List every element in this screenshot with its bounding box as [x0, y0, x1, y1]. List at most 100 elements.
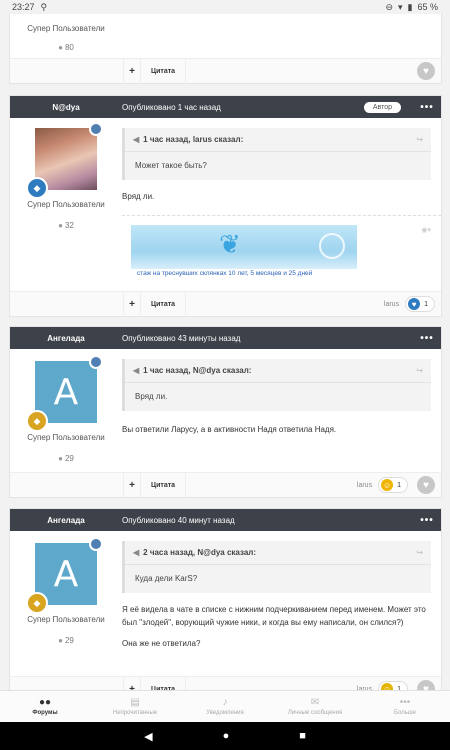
post-date[interactable]: Опубликовано 40 минут назад [122, 516, 413, 525]
bubble-icon [319, 233, 345, 259]
rank-icon: ◆ [26, 177, 48, 199]
nav-notifications[interactable]: ♪ Уведомления [180, 691, 270, 722]
status-time: 23:27 [12, 2, 35, 12]
post-footer: + Цитата larus ♥ 1 [10, 291, 441, 317]
quote-text: Может такое быть? [135, 161, 207, 170]
reaction-pill[interactable]: ♥ 1 [405, 296, 435, 312]
multiquote-button[interactable]: + [123, 58, 141, 84]
user-group: Супер Пользователи [27, 433, 105, 442]
rank-icon: ◆ [26, 410, 48, 432]
quote-header[interactable]: 2 часа назад, N@dya сказал: [143, 548, 256, 557]
multiquote-button[interactable]: + [123, 291, 141, 317]
confused-reaction-icon: ☺ [381, 683, 394, 690]
comment-icon: ● [58, 221, 63, 230]
online-status-icon [89, 355, 103, 369]
quote-header[interactable]: 1 час назад, N@dya сказал: [143, 366, 251, 375]
multiquote-button[interactable]: + [123, 472, 141, 498]
quote-icon: ◀ [133, 366, 140, 375]
post-date[interactable]: Опубликовано 43 минуты назад [122, 334, 413, 343]
reaction-user[interactable]: larus [357, 482, 372, 489]
signature-text: стаж на треснувших склянках 10 лет, 5 ме… [137, 270, 313, 277]
quote-button[interactable]: Цитата [141, 676, 187, 690]
post-count: ● 32 [58, 221, 74, 230]
reaction-pill[interactable]: ☺ 1 [378, 681, 408, 690]
post-text: Она же не ответила? [122, 639, 201, 649]
dnd-icon: ⊖ [385, 1, 393, 12]
post-author[interactable]: N@dya [10, 103, 122, 112]
more-options-icon[interactable]: ••• [413, 333, 441, 344]
comment-icon: ● [58, 454, 63, 463]
post-header: Ангелада Опубликовано 43 минуты назад ••… [10, 327, 441, 349]
status-bar: 23:27 ⚲ ⊖ ▾ ▮ 65 % [0, 0, 450, 14]
quote-text: Куда дели KarS? [135, 574, 198, 583]
author-badge: Автор [363, 101, 401, 113]
post-footer: + Цитата ♥ [10, 58, 441, 84]
quote-icon: ◀ [133, 548, 140, 557]
user-group: Супер Пользователи [27, 200, 105, 209]
nav-forums[interactable]: ●● Форумы [0, 691, 90, 722]
butterfly-icon: ❦ [219, 229, 241, 259]
rank-icon: ◆ [26, 592, 48, 614]
online-status-icon [89, 537, 103, 551]
notification-icon: ⚲ [40, 1, 48, 12]
post-text: Я её видела в чате в списке с нижним под… [122, 605, 426, 628]
share-icon[interactable]: ↪ [416, 135, 423, 144]
share-icon[interactable]: ↪ [416, 366, 423, 375]
user-group: Супер Пользователи [27, 615, 105, 624]
share-icon[interactable]: ↪ [416, 548, 423, 557]
post-angelada-2: Ангелада Опубликовано 40 минут назад •••… [9, 508, 442, 690]
user-group: Супер Пользователи [27, 24, 105, 33]
nav-messages[interactable]: ✉ Личные сообщения [270, 691, 360, 722]
quote-icon: ◀ [133, 135, 140, 144]
laugh-reaction-icon: ☺ [381, 479, 394, 491]
reaction-count: 1 [424, 300, 428, 308]
nav-unread[interactable]: ▤ Непрочитанные [90, 691, 180, 722]
topic-content: Супер Пользователи ● 80 + Цитата ♥ N@dya … [0, 14, 450, 690]
unread-icon: ▤ [130, 696, 140, 708]
post-angelada-1: Ангелада Опубликовано 43 минуты назад ••… [9, 326, 442, 498]
system-navigation-bar: ◀ ● ■ [0, 722, 450, 750]
like-heart-icon[interactable]: ♥ [417, 680, 435, 690]
post-count: ● 29 [58, 454, 74, 463]
quote-block: ◀ 1 час назад, N@dya сказал: Вряд ли. ↪ [122, 359, 431, 411]
mail-icon: ✉ [310, 696, 320, 708]
post-footer: + Цитата larus ☺ 1 ♥ [10, 676, 441, 690]
reaction-user[interactable]: larus [384, 301, 399, 308]
signature-image: ❦ [131, 225, 357, 269]
comment-icon: ● [58, 43, 63, 52]
reaction-pill[interactable]: ☺ 1 [378, 477, 408, 493]
post-author[interactable]: Ангелада [10, 334, 122, 343]
quote-block: ◀ 1 час назад, larus сказал: Может такое … [122, 128, 431, 180]
post-author[interactable]: Ангелада [10, 516, 122, 525]
home-icon[interactable]: ● [223, 730, 230, 742]
post-date[interactable]: Опубликовано 1 час назад [122, 103, 364, 112]
post-count: ● 29 [58, 636, 74, 645]
quote-header[interactable]: 1 час назад, larus сказал: [143, 135, 243, 144]
like-heart-icon[interactable]: ♥ [417, 476, 435, 494]
quote-button[interactable]: Цитата [141, 291, 187, 317]
more-options-icon[interactable]: ••• [413, 102, 441, 113]
signature-toggle-icon[interactable]: ◉▾ [421, 226, 431, 234]
nav-more[interactable]: ••• Больше [360, 691, 450, 722]
battery-level: 65 % [417, 2, 438, 12]
quote-block: ◀ 2 часа назад, N@dya сказал: Куда дели K… [122, 541, 431, 593]
reaction-count: 1 [397, 481, 401, 489]
post-text: Вы ответили Ларусу, а в активности Надя … [122, 425, 337, 434]
more-icon: ••• [399, 696, 411, 708]
battery-icon: ▮ [407, 1, 413, 12]
quote-button[interactable]: Цитата [141, 58, 187, 84]
signature-divider [122, 215, 441, 216]
bottom-navigation: ●● Форумы ▤ Непрочитанные ♪ Уведомления … [0, 690, 450, 722]
multiquote-button[interactable]: + [123, 676, 141, 690]
post-text: Вряд ли. [122, 192, 155, 201]
post-header: Ангелада Опубликовано 40 минут назад ••• [10, 509, 441, 531]
forums-icon: ●● [38, 696, 52, 708]
heart-reaction-icon: ♥ [408, 298, 421, 310]
back-icon[interactable]: ◀ [144, 730, 152, 743]
like-heart-icon[interactable]: ♥ [417, 62, 435, 80]
quote-button[interactable]: Цитата [141, 472, 187, 498]
post-header: N@dya Опубликовано 1 час назад Автор ••• [10, 96, 441, 118]
more-options-icon[interactable]: ••• [413, 515, 441, 526]
recents-icon[interactable]: ■ [299, 730, 306, 742]
post-count: ● 80 [58, 43, 74, 52]
